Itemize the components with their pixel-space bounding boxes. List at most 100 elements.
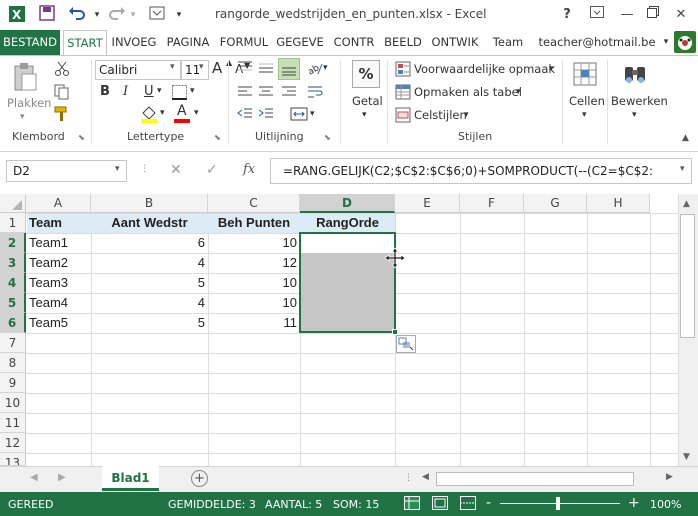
undo-dropdown-icon[interactable]: ▾ bbox=[86, 5, 108, 25]
tab-formul[interactable]: FORMUL bbox=[217, 30, 271, 55]
cells-icon[interactable] bbox=[572, 61, 598, 90]
zoom-level[interactable]: 100% bbox=[650, 498, 681, 511]
copy-icon[interactable] bbox=[54, 84, 70, 103]
alignment-launcher-icon[interactable]: ⬊ bbox=[324, 133, 331, 142]
normal-view-icon[interactable] bbox=[404, 496, 420, 513]
merge-dropdown-icon[interactable]: ▾ bbox=[310, 109, 315, 119]
zoom-in-button[interactable]: + bbox=[628, 495, 640, 511]
font-launcher-icon[interactable]: ⬊ bbox=[214, 133, 221, 142]
enter-formula-button[interactable]: ✓ bbox=[206, 162, 218, 178]
paste-button[interactable]: Plakken bbox=[7, 96, 51, 110]
cell-b5[interactable]: 4 bbox=[94, 293, 205, 313]
orientation-icon[interactable]: ab bbox=[306, 60, 324, 79]
format-table-icon[interactable] bbox=[395, 84, 411, 103]
close-button[interactable]: ✕ bbox=[668, 4, 694, 26]
column-header-d[interactable]: D bbox=[300, 194, 395, 213]
header-cell-a[interactable]: Team bbox=[29, 213, 88, 233]
cell-c4[interactable]: 10 bbox=[211, 273, 297, 293]
page-break-view-icon[interactable] bbox=[460, 496, 476, 513]
number-format-button[interactable]: % bbox=[352, 60, 380, 88]
number-group-label[interactable]: Getal bbox=[352, 94, 383, 108]
conditional-format-button[interactable]: Voorwaardelijke opmaak bbox=[414, 62, 555, 76]
row-header-3[interactable]: 3 bbox=[0, 253, 26, 273]
cell-b6[interactable]: 5 bbox=[94, 313, 205, 333]
user-account[interactable]: teacher@hotmail.be bbox=[533, 30, 661, 55]
cell-a3[interactable]: Team2 bbox=[29, 253, 88, 273]
clipboard-launcher-icon[interactable]: ⬊ bbox=[78, 133, 85, 142]
row-header-8[interactable]: 8 bbox=[0, 353, 26, 373]
grow-font-button[interactable]: A bbox=[212, 59, 222, 77]
scroll-left-icon[interactable]: ◀ bbox=[422, 472, 429, 482]
cell-styles-dropdown-icon[interactable]: ▾ bbox=[464, 110, 469, 120]
cell-a2[interactable]: Team1 bbox=[29, 233, 88, 253]
wrap-text-icon[interactable] bbox=[306, 84, 324, 103]
row-header-6[interactable]: 6 bbox=[0, 313, 26, 333]
tab-split-grip-icon[interactable]: ⋮ bbox=[404, 473, 413, 483]
tab-pagina[interactable]: PAGINA bbox=[161, 30, 215, 55]
cell-a6[interactable]: Team5 bbox=[29, 313, 88, 333]
zoom-slider-thumb[interactable] bbox=[556, 497, 560, 510]
tab-contr[interactable]: CONTR bbox=[329, 30, 379, 55]
name-box[interactable]: D2 bbox=[6, 160, 127, 182]
font-size-box[interactable]: 11 bbox=[181, 60, 209, 80]
underline-dropdown-icon[interactable]: ▾ bbox=[157, 86, 162, 96]
editing-button[interactable]: Bewerken bbox=[611, 94, 668, 108]
align-middle-icon[interactable] bbox=[257, 60, 275, 79]
column-header-f[interactable]: F bbox=[460, 194, 524, 213]
row-header-5[interactable]: 5 bbox=[0, 293, 26, 313]
scroll-down-icon[interactable]: ▼ bbox=[683, 452, 690, 462]
row-header-4[interactable]: 4 bbox=[0, 273, 26, 293]
tab-beeld[interactable]: BEELD bbox=[381, 30, 425, 55]
align-bottom-icon[interactable] bbox=[278, 58, 300, 80]
cell-b2[interactable]: 6 bbox=[94, 233, 205, 253]
tab-start[interactable]: START bbox=[63, 30, 107, 56]
orientation-dropdown-icon[interactable]: ▾ bbox=[323, 63, 328, 73]
italic-button[interactable]: I bbox=[123, 84, 128, 99]
customize-icon[interactable] bbox=[146, 5, 168, 25]
vertical-scroll-thumb[interactable] bbox=[680, 214, 695, 338]
tab-gegeve[interactable]: GEGEVE bbox=[273, 30, 327, 55]
row-header-10[interactable]: 10 bbox=[0, 393, 26, 413]
formula-input[interactable]: =RANG.GELIJK(C2;$C$2:$C$6;0)+SOMPRODUCT(… bbox=[270, 158, 692, 184]
help-button[interactable]: ? bbox=[554, 4, 580, 26]
font-color-dropdown-icon[interactable]: ▾ bbox=[194, 108, 199, 118]
column-header-e[interactable]: E bbox=[395, 194, 460, 213]
tab-bestand[interactable]: BESTAND bbox=[0, 30, 60, 55]
align-top-icon[interactable] bbox=[236, 60, 254, 79]
row-header-1[interactable]: 1 bbox=[0, 213, 26, 233]
number-dropdown-icon[interactable]: ▾ bbox=[362, 110, 367, 120]
paste-dropdown-icon[interactable]: ▾ bbox=[20, 112, 25, 122]
undo-icon[interactable] bbox=[66, 5, 88, 25]
header-cell-c[interactable]: Beh Punten bbox=[211, 213, 297, 233]
minimize-button[interactable]: — bbox=[614, 4, 640, 26]
cell-c3[interactable]: 12 bbox=[211, 253, 297, 273]
cell-c6[interactable]: 11 bbox=[211, 313, 298, 333]
select-all-corner[interactable] bbox=[0, 194, 26, 213]
cell-styles-icon[interactable] bbox=[395, 107, 411, 126]
fill-color-icon[interactable] bbox=[140, 105, 158, 126]
cells-dropdown-icon[interactable]: ▾ bbox=[582, 110, 587, 120]
zoom-slider-track[interactable] bbox=[500, 503, 620, 504]
cell-styles-button[interactable]: Celstijlen bbox=[414, 108, 467, 122]
editing-dropdown-icon[interactable]: ▾ bbox=[632, 110, 637, 120]
row-header-2[interactable]: 2 bbox=[0, 233, 26, 253]
conditional-format-icon[interactable] bbox=[395, 61, 411, 80]
user-dropdown-icon[interactable]: ▾ bbox=[660, 30, 672, 55]
conditional-dropdown-icon[interactable]: ▾ bbox=[549, 64, 554, 74]
horizontal-scroll-thumb[interactable] bbox=[436, 472, 634, 486]
bold-button[interactable]: B bbox=[100, 84, 110, 99]
font-name-box[interactable]: Calibri bbox=[95, 60, 181, 80]
row-header-11[interactable]: 11 bbox=[0, 413, 26, 433]
cell-c5[interactable]: 10 bbox=[211, 293, 297, 313]
cell-b3[interactable]: 4 bbox=[94, 253, 205, 273]
sheet-tab-blad1[interactable]: Blad1 bbox=[102, 466, 159, 491]
page-layout-view-icon[interactable] bbox=[432, 496, 448, 513]
cut-icon[interactable] bbox=[54, 61, 70, 80]
align-center-icon[interactable] bbox=[257, 84, 275, 103]
add-sheet-button[interactable]: + bbox=[191, 470, 208, 487]
tab-invoeg[interactable]: INVOEG bbox=[109, 30, 159, 55]
header-cell-d[interactable]: RangOrde bbox=[303, 213, 392, 233]
column-header-g[interactable]: G bbox=[524, 194, 587, 213]
cell-a4[interactable]: Team3 bbox=[29, 273, 88, 293]
zoom-out-button[interactable]: - bbox=[486, 495, 491, 511]
